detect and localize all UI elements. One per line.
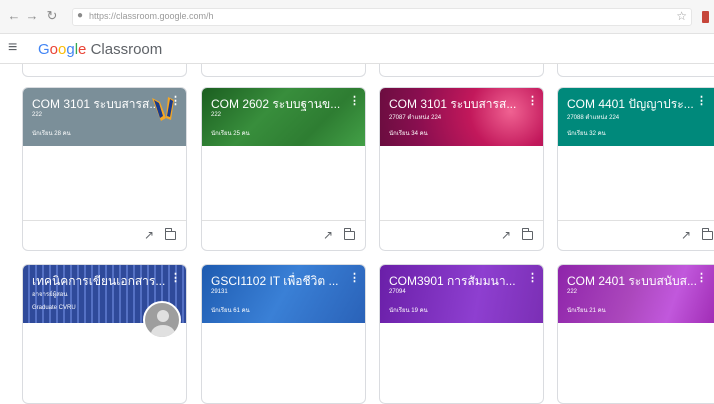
course-card[interactable]: COM 3101 ระบบสารส... 27087 ตำแหน่ง 224 น… (379, 87, 544, 251)
folder-icon[interactable] (701, 228, 713, 240)
student-count: นักเรียน 34 คน (389, 131, 428, 137)
trending-icon[interactable]: ↗ (323, 228, 333, 242)
more-options-icon[interactable]: ⋮ (527, 271, 538, 284)
more-options-icon[interactable]: ⋮ (170, 94, 181, 107)
more-options-icon[interactable]: ⋮ (527, 94, 538, 107)
teacher-name: Graduate CVRU (32, 305, 76, 311)
course-card[interactable]: COM 3101 ระบบสารส... 222 นักเรียน 28 คน … (22, 87, 187, 251)
card-footer: ↗ (23, 220, 186, 250)
url-text: https://classroom.google.com/h (89, 11, 214, 21)
trending-icon[interactable]: ↗ (144, 228, 154, 242)
logo-letter: G (38, 41, 50, 58)
course-card[interactable]: GSCI1102 IT เพื่อชีวิต ... 29131 นักเรีย… (201, 264, 366, 404)
course-section: 222 (567, 289, 578, 295)
more-options-icon[interactable]: ⋮ (696, 94, 707, 107)
more-options-icon[interactable]: ⋮ (349, 94, 360, 107)
course-section: 29131 (211, 289, 228, 295)
classroom-logo[interactable]: Google Classroom (38, 41, 162, 58)
student-count: นักเรียน 21 คน (567, 308, 606, 314)
course-section: อาจารย์ผู้สอน (32, 292, 68, 298)
more-options-icon[interactable]: ⋮ (349, 271, 360, 284)
course-section: 27088 ตำแหน่ง 224 (567, 115, 620, 121)
course-title[interactable]: COM 2602 ระบบฐานข... (211, 95, 345, 114)
reload-icon[interactable]: ↻ (44, 8, 60, 24)
student-count: นักเรียน 32 คน (567, 131, 606, 137)
course-card[interactable]: COM3901 การสัมมนา... 27094 นักเรียน 19 ค… (379, 264, 544, 404)
bookmark-star-icon[interactable]: ☆ (676, 9, 687, 23)
course-card-partial[interactable] (379, 64, 544, 77)
course-title[interactable]: GSCI1102 IT เพื่อชีวิต ... (211, 272, 345, 291)
browser-toolbar: ← → ↻ ● https://classroom.google.com/h ☆ (0, 0, 714, 34)
student-count: นักเรียน 28 คน (32, 131, 71, 137)
trending-icon[interactable]: ↗ (681, 228, 691, 242)
folder-icon[interactable] (521, 228, 533, 240)
course-card-partial[interactable] (22, 64, 187, 77)
course-section: 222 (32, 112, 43, 118)
product-name: Classroom (90, 41, 163, 58)
hamburger-menu-icon[interactable]: ≡ (8, 39, 17, 57)
teacher-avatar[interactable] (143, 301, 181, 339)
folder-icon[interactable] (343, 228, 355, 240)
course-card[interactable]: COM 2602 ระบบฐานข... 222 นักเรียน 25 คน … (201, 87, 366, 251)
more-options-icon[interactable]: ⋮ (696, 271, 707, 284)
course-card[interactable]: COM 4401 ปัญญาประ... 27088 ตำแหน่ง 224 น… (557, 87, 714, 251)
course-title[interactable]: COM 3101 ระบบสารส... (32, 95, 166, 114)
course-card-partial[interactable] (557, 64, 714, 77)
student-count: นักเรียน 25 คน (211, 131, 250, 137)
course-title[interactable]: COM3901 การสัมมนา... (389, 272, 523, 291)
course-card[interactable]: เทคนิคการเขียนเอกสาร... อาจารย์ผู้สอน Gr… (22, 264, 187, 404)
app-bar: ≡ Google Classroom (0, 34, 714, 64)
course-section: 222 (211, 112, 222, 118)
course-title[interactable]: COM 2401 ระบบสนับส... (567, 272, 701, 291)
course-card[interactable]: COM 2401 ระบบสนับส... 222 นักเรียน 21 คน… (557, 264, 714, 404)
card-footer: ↗ (380, 220, 543, 250)
back-arrow-icon[interactable]: ← (6, 8, 22, 24)
folder-icon[interactable] (164, 228, 176, 240)
card-footer: ↗ (202, 220, 365, 250)
lock-icon: ● (77, 10, 84, 21)
student-count: นักเรียน 19 คน (389, 308, 428, 314)
card-footer: ↗ (558, 220, 714, 250)
logo-letter: o (49, 41, 59, 58)
course-section: 27087 ตำแหน่ง 224 (389, 115, 442, 121)
forward-arrow-icon[interactable]: → (24, 8, 40, 24)
course-card-partial[interactable] (201, 64, 366, 77)
logo-letter: e (78, 41, 87, 58)
trending-icon[interactable]: ↗ (501, 228, 511, 242)
more-options-icon[interactable]: ⋮ (170, 271, 181, 284)
logo-letter: g (66, 41, 75, 58)
student-count: นักเรียน 61 คน (211, 308, 250, 314)
address-bar[interactable]: ● https://classroom.google.com/h ☆ (72, 8, 692, 26)
course-section: 27094 (389, 289, 406, 295)
extension-icon[interactable] (702, 11, 709, 23)
